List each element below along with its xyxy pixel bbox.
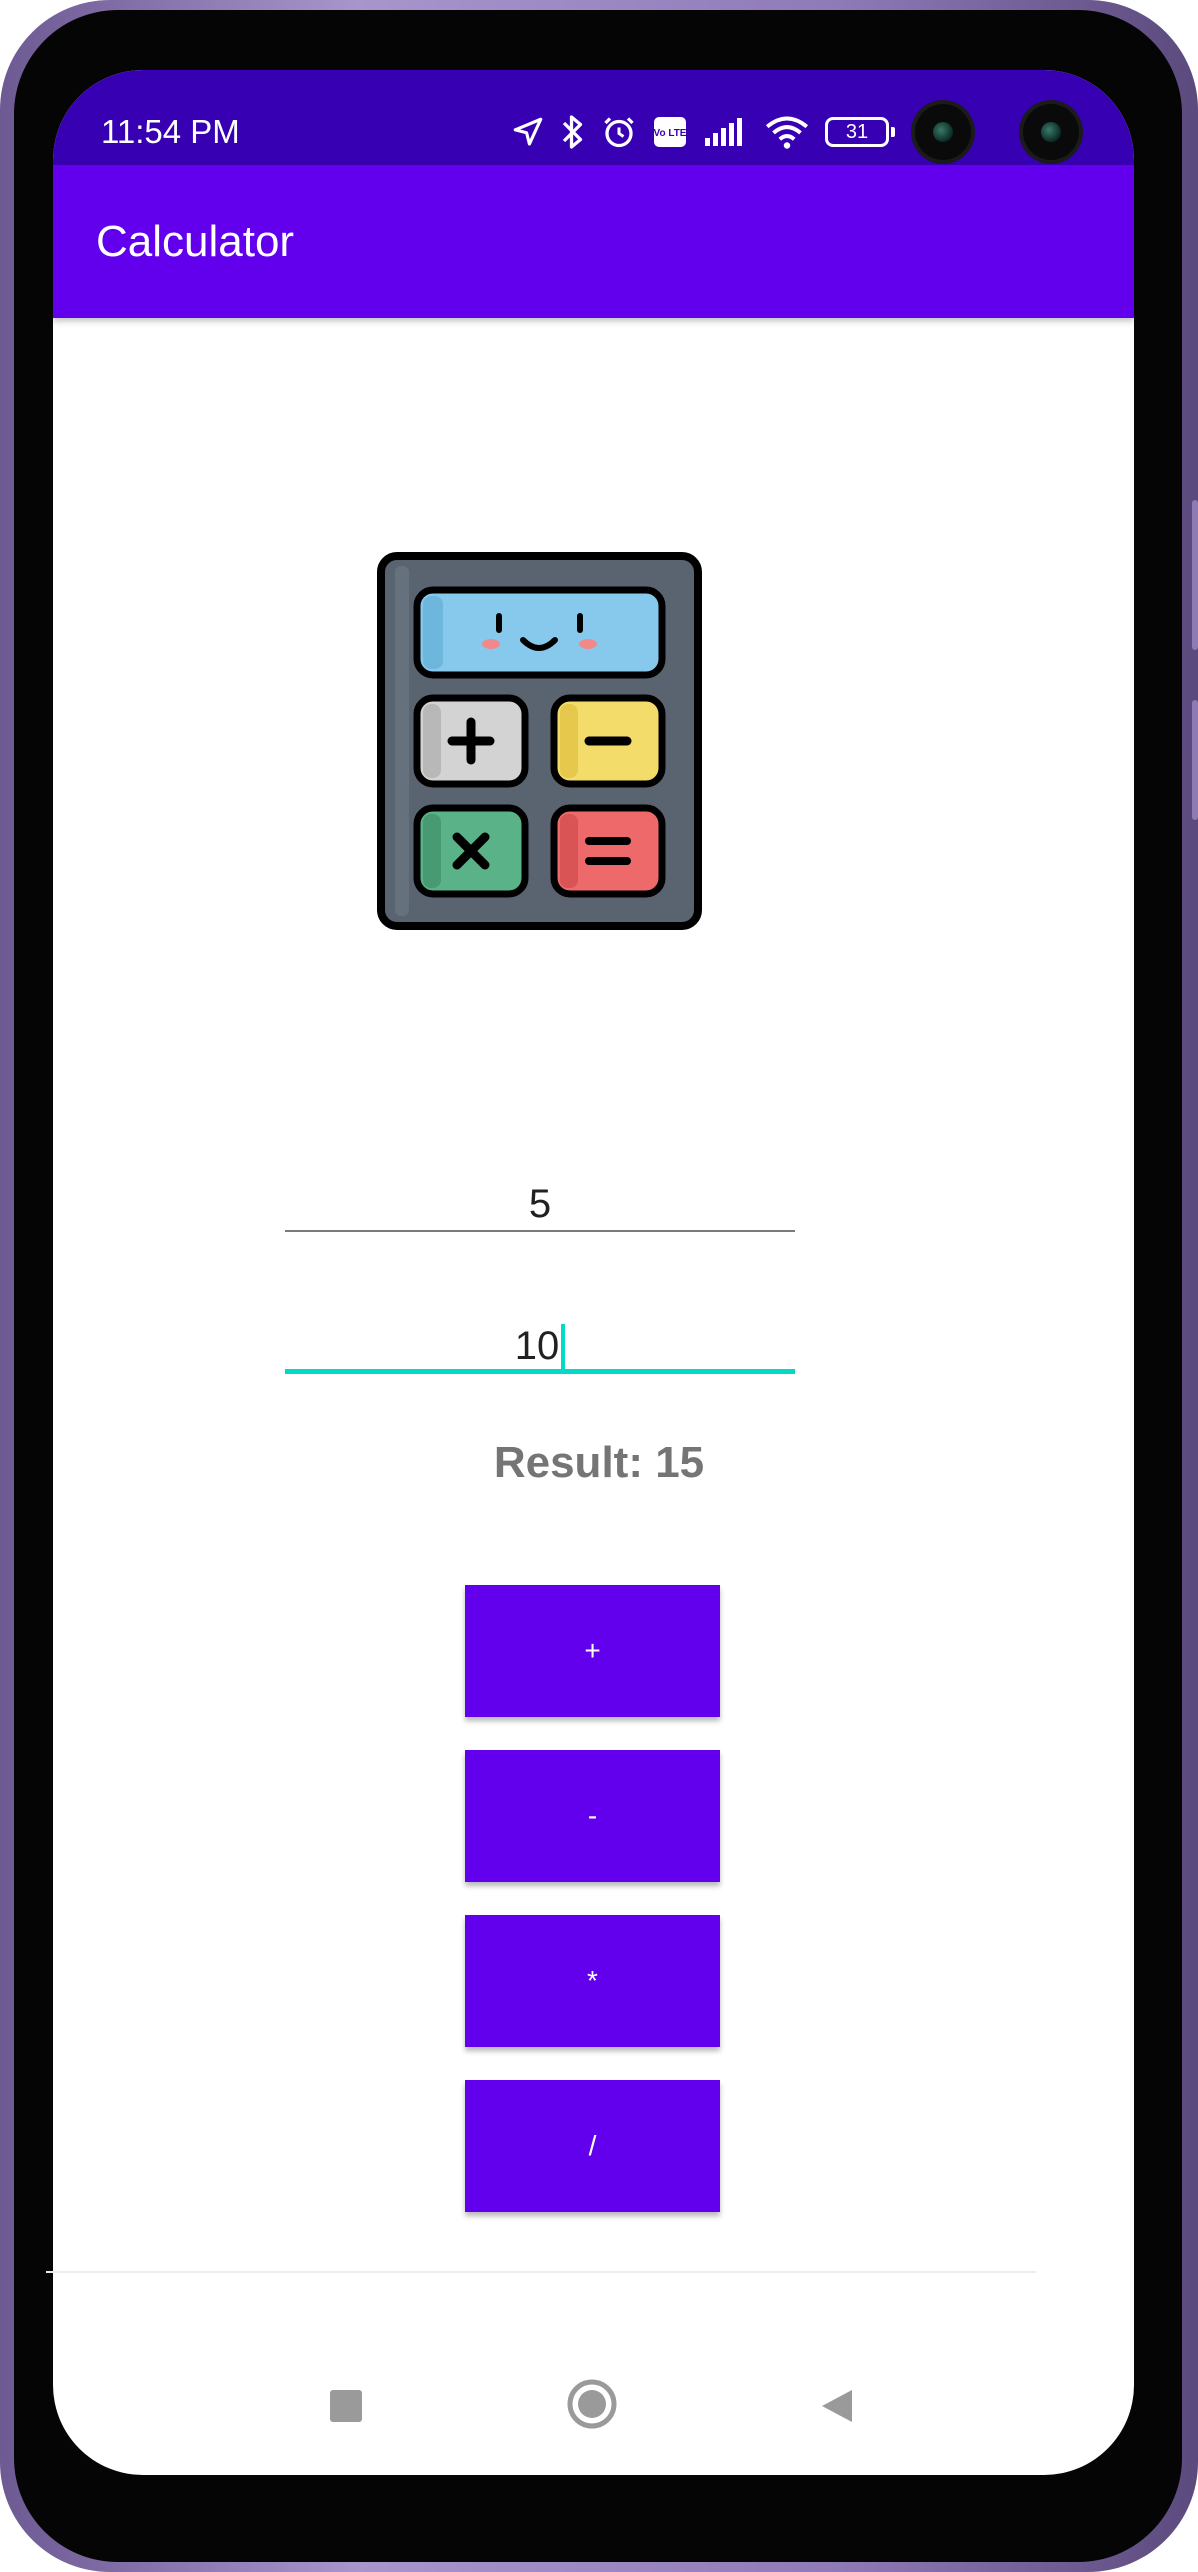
front-camera-secondary bbox=[1023, 104, 1079, 160]
status-bar: 11:54 PM Vo LTE 31 bbox=[53, 70, 1134, 165]
home-circle-icon[interactable] bbox=[566, 2378, 618, 2430]
alarm-icon bbox=[604, 117, 634, 148]
add-button[interactable]: + bbox=[465, 1585, 720, 1717]
second-number-value: 10 bbox=[514, 1324, 560, 1368]
nav-bar-divider bbox=[46, 2271, 1036, 2273]
text-cursor bbox=[561, 1324, 566, 1373]
first-number-input[interactable]: 5 bbox=[285, 1176, 795, 1232]
volte-icon: Vo LTE bbox=[654, 117, 687, 147]
volume-button bbox=[1192, 500, 1198, 650]
divide-button[interactable]: / bbox=[465, 2080, 720, 2212]
battery-icon: 31 bbox=[825, 117, 895, 147]
svg-text:Vo LTE: Vo LTE bbox=[654, 128, 687, 139]
first-number-underline bbox=[285, 1230, 795, 1232]
calculator-icon bbox=[377, 552, 702, 930]
status-time: 11:54 PM bbox=[101, 113, 240, 150]
signal-icon bbox=[705, 118, 742, 146]
second-number-underline bbox=[285, 1369, 795, 1374]
app-title: Calculator bbox=[96, 217, 295, 266]
wifi-icon bbox=[765, 116, 809, 149]
first-number-value: 5 bbox=[528, 1182, 552, 1226]
recents-square-icon[interactable] bbox=[329, 2389, 363, 2423]
second-number-input[interactable]: 10 bbox=[285, 1318, 795, 1374]
app-bar: Calculator bbox=[53, 165, 1134, 318]
location-arrow-icon bbox=[513, 117, 543, 146]
result-text: Result: 15 bbox=[493, 1438, 705, 1487]
power-button bbox=[1192, 700, 1198, 820]
multiply-button[interactable]: * bbox=[465, 1915, 720, 2047]
back-triangle-icon[interactable] bbox=[818, 2388, 854, 2424]
front-camera bbox=[915, 104, 971, 160]
bluetooth-icon bbox=[562, 115, 583, 149]
status-icons: Vo LTE 31 bbox=[511, 110, 895, 154]
subtract-button[interactable]: - bbox=[465, 1750, 720, 1882]
